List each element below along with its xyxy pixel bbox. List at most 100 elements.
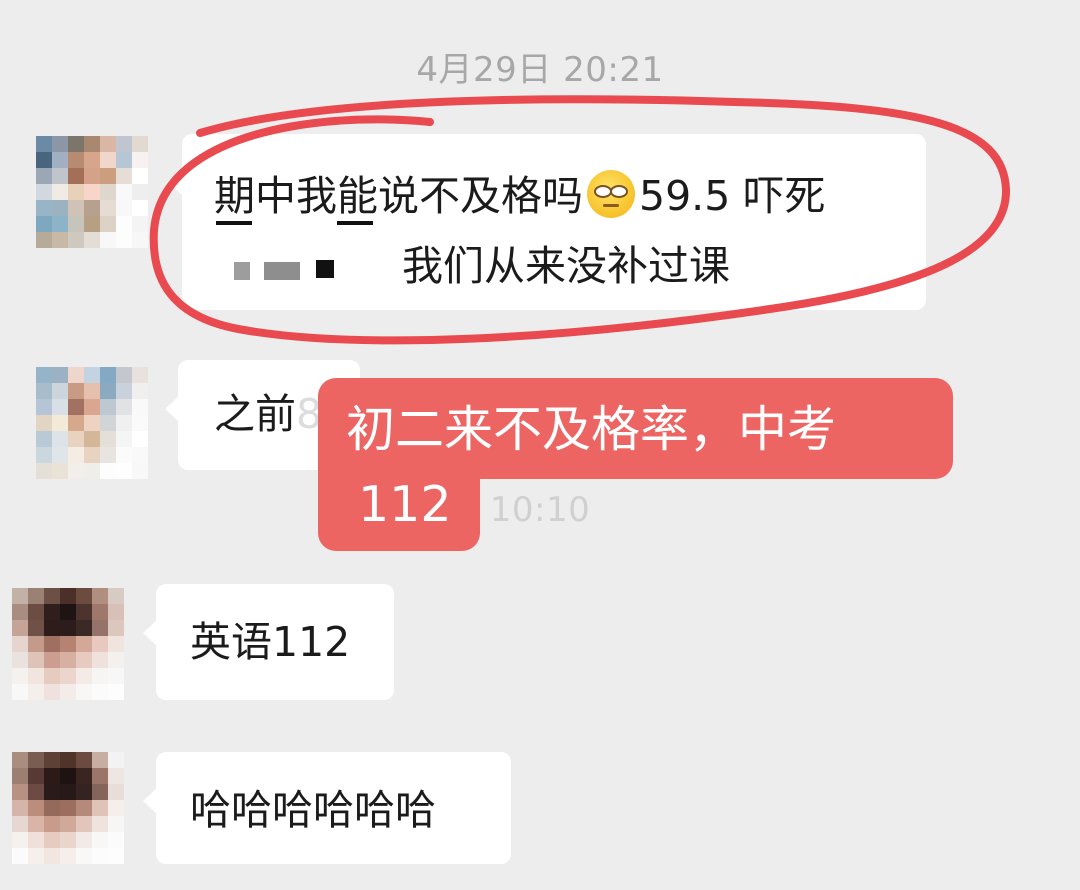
avatar-pixel: [36, 136, 52, 152]
avatar-pixel: [100, 399, 116, 415]
avatar-pixel: [76, 816, 92, 832]
avatar-pixel: [44, 620, 60, 636]
avatar-pixel: [12, 816, 28, 832]
avatar-pixel: [52, 367, 68, 383]
avatar-pixel: [132, 184, 148, 200]
avatar-pixel: [108, 816, 124, 832]
avatar-pixel: [100, 216, 116, 232]
avatar-pixel: [100, 415, 116, 431]
avatar-pixel: [36, 216, 52, 232]
message-timestamp: 10:10: [489, 490, 591, 530]
avatar-pixel: [84, 184, 100, 200]
avatar-pixel: [100, 431, 116, 447]
avatar-pixel: [92, 752, 108, 768]
avatar-pixel: [76, 620, 92, 636]
avatar-pixel: [132, 383, 148, 399]
avatar-pixel: [108, 652, 124, 668]
avatar-pixel: [116, 216, 132, 232]
avatar-pixel: [60, 784, 76, 800]
avatar-pixel: [36, 200, 52, 216]
avatar-pixel: [52, 216, 68, 232]
avatar-pixel: [68, 431, 84, 447]
avatar-pixel: [52, 184, 68, 200]
avatar-pixel: [76, 668, 92, 684]
avatar-pixel: [44, 604, 60, 620]
avatar-pixel: [76, 768, 92, 784]
avatar-pixel: [132, 136, 148, 152]
avatar-pixel: [60, 668, 76, 684]
avatar-pixel: [108, 620, 124, 636]
avatar-pixel: [84, 431, 100, 447]
avatar-pixel: [116, 152, 132, 168]
avatar-pixel: [36, 152, 52, 168]
avatar-pixel: [36, 232, 52, 248]
avatar-pixel: [84, 168, 100, 184]
avatar-pixel: [92, 816, 108, 832]
avatar-pixel: [132, 200, 148, 216]
avatar-pixel: [36, 184, 52, 200]
avatar-pixel: [68, 367, 84, 383]
avatar-pixel: [132, 152, 148, 168]
avatar-pixel: [28, 800, 44, 816]
annotation-text-line: 112: [358, 476, 452, 533]
avatar-pixel: [52, 168, 68, 184]
avatar-pixel: [132, 168, 148, 184]
avatar-pixel: [100, 152, 116, 168]
avatar-pixel: [84, 232, 100, 248]
avatar-pixel: [108, 848, 124, 864]
avatar-pixel: [92, 684, 108, 700]
avatar-pixel: [132, 415, 148, 431]
avatar-pixel: [60, 832, 76, 848]
avatar-pixel: [84, 136, 100, 152]
avatar-pixel: [116, 184, 132, 200]
avatar-pixel: [76, 684, 92, 700]
avatar-pixel: [60, 752, 76, 768]
avatar-pixel: [68, 463, 84, 479]
avatar-pixel: [12, 768, 28, 784]
avatar-pixel: [44, 800, 60, 816]
avatar-pixel: [132, 232, 148, 248]
avatar-pixel: [92, 588, 108, 604]
avatar-pixel: [36, 367, 52, 383]
text-underline-mark: [337, 221, 373, 225]
avatar-pixel: [76, 800, 92, 816]
sender-avatar[interactable]: [12, 588, 124, 700]
avatar-pixel: [108, 604, 124, 620]
avatar-pixel: [108, 636, 124, 652]
avatar-pixel: [28, 652, 44, 668]
avatar-pixel: [52, 152, 68, 168]
sender-avatar[interactable]: [12, 752, 124, 864]
message-bubble[interactable]: 英语112: [143, 584, 394, 700]
avatar-pixel: [108, 752, 124, 768]
avatar-pixel: [132, 447, 148, 463]
avatar-pixel: [100, 136, 116, 152]
avatar-pixel: [28, 636, 44, 652]
avatar-pixel: [12, 588, 28, 604]
avatar-pixel: [68, 200, 84, 216]
message-bubble[interactable]: 期中我能说不及格吗 59.5 吓死 我们从来没补过课: [169, 134, 926, 310]
avatar-pixel: [12, 752, 28, 768]
sender-avatar[interactable]: [36, 367, 148, 479]
avatar-pixel: [92, 636, 108, 652]
avatar-pixel: [60, 848, 76, 864]
avatar-pixel: [68, 136, 84, 152]
message-timestamp: 4月29日 20:21: [416, 50, 664, 90]
avatar-pixel: [76, 588, 92, 604]
avatar-pixel: [92, 832, 108, 848]
avatar-pixel: [12, 784, 28, 800]
avatar-pixel: [44, 848, 60, 864]
avatar-pixel: [44, 652, 60, 668]
avatar-pixel: [116, 399, 132, 415]
avatar-pixel: [132, 216, 148, 232]
avatar-pixel: [84, 447, 100, 463]
avatar-pixel: [132, 431, 148, 447]
message-bubble[interactable]: 哈哈哈哈哈哈: [143, 752, 511, 864]
avatar-pixel: [100, 367, 116, 383]
avatar-pixel: [12, 684, 28, 700]
sender-avatar[interactable]: [36, 136, 148, 248]
avatar-pixel: [92, 604, 108, 620]
avatar-pixel: [28, 668, 44, 684]
avatar-pixel: [108, 832, 124, 848]
avatar-pixel: [60, 768, 76, 784]
avatar-pixel: [28, 752, 44, 768]
